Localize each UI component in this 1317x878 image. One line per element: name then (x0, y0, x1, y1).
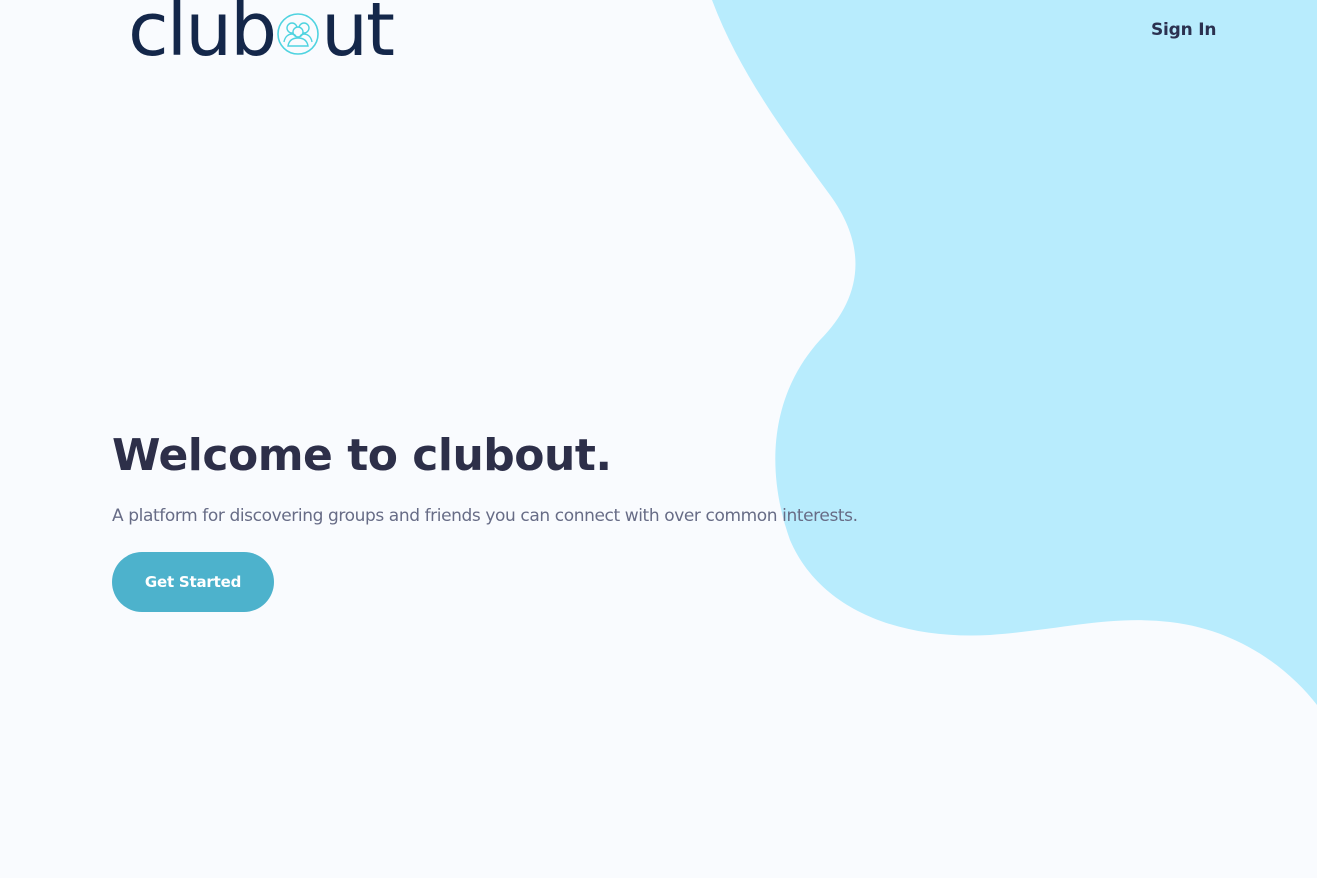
logo-text-prefix: club (128, 0, 277, 73)
hero-section: Welcome to clubout. A platform for disco… (112, 428, 992, 528)
people-circle-icon (277, 13, 319, 55)
clubout-logo[interactable]: club ut (128, 0, 395, 73)
sign-in-link[interactable]: Sign In (1151, 20, 1216, 40)
hero-subtitle: A platform for discovering groups and fr… (112, 506, 858, 526)
landing-page: club ut Sign In Welcome to clubout. A pl… (0, 0, 1317, 878)
get-started-button[interactable]: Get Started (112, 552, 274, 612)
hero-title: Welcome to clubout. (112, 430, 612, 481)
logo-text-suffix: ut (321, 0, 395, 73)
